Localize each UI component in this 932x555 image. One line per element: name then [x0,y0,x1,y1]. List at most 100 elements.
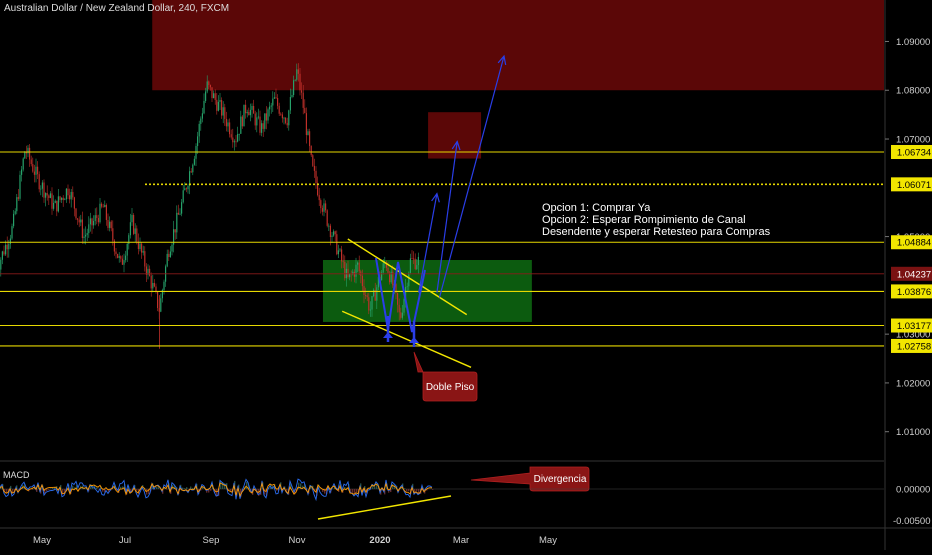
macd-histogram-bar [52,488,53,489]
candle-body [149,269,150,276]
candle-body [407,286,408,287]
last-price-label: 1.04237 [897,269,931,280]
candle-body [99,204,100,222]
candle-body [415,259,416,269]
candle-body [7,245,8,250]
candle-body [410,258,411,273]
candle-body [42,183,43,189]
price-tick-label: 1.07000 [896,135,930,146]
candle-body [285,118,286,123]
candle-body [151,276,152,289]
candle-body [309,131,310,146]
candle-body [263,123,264,129]
candle-body [107,220,108,228]
candle-body [277,98,278,106]
candle-body [82,220,83,238]
candle-body [187,186,188,189]
candle-body [266,113,267,120]
annotation-options-line-1: Opcion 2: Esperar Rompimiento de Canal [542,214,746,226]
macd-histogram-bar [32,489,33,490]
candle-body [399,305,400,313]
double-bottom-callout [414,352,477,401]
candle-body [186,188,187,189]
macd-histogram-bar [416,489,417,491]
time-tick-label: Nov [289,535,306,546]
candle-body [325,203,326,210]
candle-body [215,93,216,100]
candle-body [127,244,128,256]
macd-histogram-bar [46,489,47,491]
macd-label: MACD [3,470,30,480]
chart-root: Opcion 1: Comprar YaOpcion 2: Esperar Ro… [0,0,932,550]
candle-body [271,105,272,106]
candle-body [298,69,299,73]
macd-histogram-bar [96,487,97,489]
candle-body [24,152,25,159]
candle-body [216,100,217,111]
candle-body [163,282,164,290]
candle-body [255,114,256,126]
candle-body [56,201,57,212]
candle-body [199,124,200,136]
bottom-marker-arrow-1 [409,337,419,343]
candle-body [31,160,32,165]
candle-body [373,290,374,296]
candle-body [181,202,182,213]
candle-body [293,80,294,95]
candle-body [183,190,184,202]
candle-body [205,92,206,101]
candle-body [194,159,195,165]
candle-body [18,197,19,199]
candle-body [71,192,72,199]
candle-body [368,297,369,310]
candle-body [69,195,70,199]
macd-histogram-bar [392,484,393,489]
candle-body [120,256,121,259]
candle-body [87,233,88,235]
candle-body [362,276,363,286]
candle-body [184,188,185,190]
candle-body [283,118,284,119]
candle-body [75,209,76,219]
candle-body [224,107,225,119]
macd-histogram-bar [182,488,183,489]
price-chart[interactable]: Opcion 1: Comprar YaOpcion 2: Esperar Ro… [0,0,932,550]
macd-histogram-bar [352,489,353,493]
candle-body [67,189,68,196]
candle-body [322,208,323,212]
macd-histogram-bar [404,488,405,489]
candle-body [365,295,366,296]
candle-body [98,218,99,222]
candle-body [3,251,4,254]
time-tick-label: Jul [119,535,131,546]
price-axis: 1.090001.080001.070001.050001.030001.020… [885,37,932,527]
candle-body [207,81,208,91]
macd-tick-label: -0.00500 [893,516,931,527]
candle-body [72,192,73,197]
candle-body [219,100,220,102]
candle-body [133,215,134,234]
candle-body [35,167,36,175]
macd-histogram-bar [72,486,73,489]
candle-body [178,213,179,215]
candle-body [15,211,16,214]
candle-body [135,228,136,233]
candle-body [51,193,52,208]
candle-body [5,245,6,255]
candle-body [90,218,91,224]
candle-body [344,262,345,278]
candle-body [311,146,312,155]
candle-body [200,119,201,124]
candle-body [157,292,158,308]
candle-body [338,250,339,254]
candle-body [104,205,105,207]
candle-body [59,196,60,200]
macd-histogram-bar [356,489,357,492]
candle-body [64,199,65,200]
candle-body [176,213,177,233]
macd-histogram-bar [136,489,137,491]
candle-body [192,165,193,172]
macd-histogram-bar [210,489,211,491]
candle-body [111,222,112,229]
candle-body [96,215,97,218]
